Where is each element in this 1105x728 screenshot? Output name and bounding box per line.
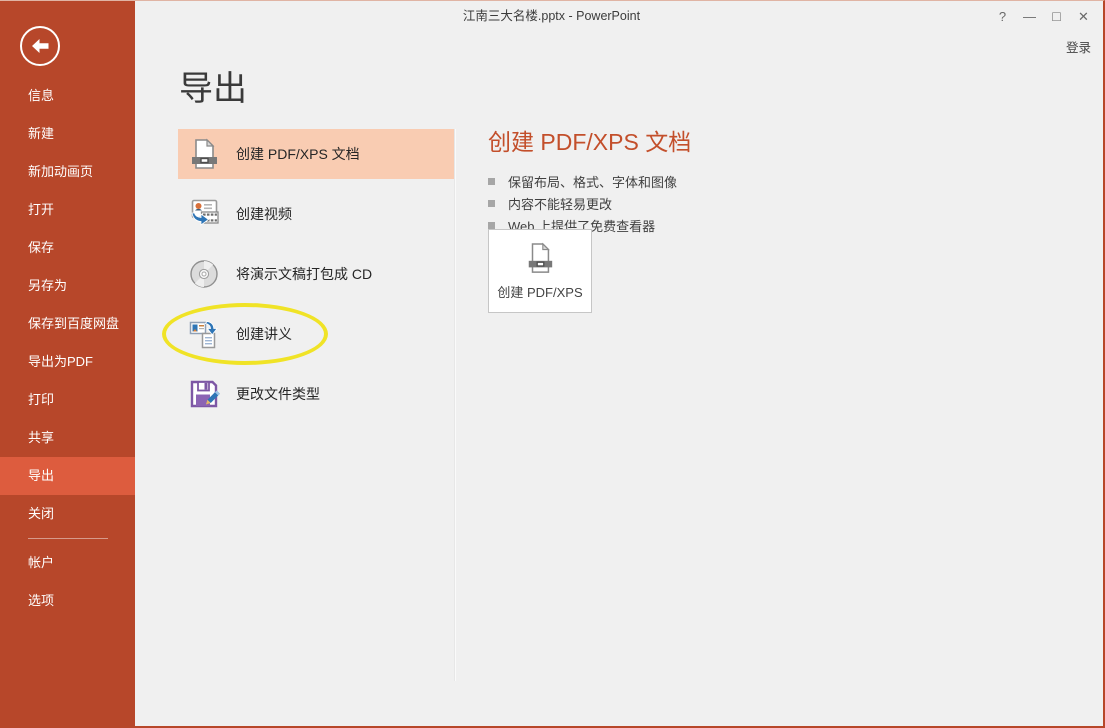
- maximize-icon[interactable]: □: [1043, 6, 1070, 27]
- export-options-list: 创建 PDF/XPS 文档 创建视频: [178, 129, 455, 429]
- close-icon[interactable]: ✕: [1070, 6, 1097, 27]
- sidebar-item-save-to-baidu-pan[interactable]: 保存到百度网盘: [0, 305, 135, 343]
- powerpoint-backstage-window: 江南三大名楼.pptx - PowerPoint ? — □ ✕ 登录 信息 新…: [0, 0, 1105, 728]
- help-icon[interactable]: ?: [989, 6, 1016, 27]
- square-bullet-icon: [488, 200, 495, 207]
- sidebar-item-share[interactable]: 共享: [0, 419, 135, 457]
- pdf-xps-document-icon: [525, 241, 555, 275]
- option-label: 更改文件类型: [236, 384, 320, 404]
- window-controls: ? — □ ✕: [989, 6, 1097, 27]
- option-create-video[interactable]: 创建视频: [178, 189, 455, 239]
- bullet-text: 保留布局、格式、字体和图像: [508, 172, 677, 191]
- sidebar-item-save-as[interactable]: 另存为: [0, 267, 135, 305]
- back-button[interactable]: [20, 26, 60, 66]
- sidebar-divider: [28, 538, 108, 539]
- option-create-handouts[interactable]: 创建讲义: [178, 309, 455, 359]
- sidebar-item-options[interactable]: 选项: [0, 582, 135, 620]
- sidebar-item-export[interactable]: 导出: [0, 457, 135, 495]
- option-package-presentation-cd[interactable]: 将演示文稿打包成 CD: [178, 249, 455, 299]
- sidebar-item-close[interactable]: 关闭: [0, 495, 135, 533]
- sidebar-item-export-as-pdf[interactable]: 导出为PDF: [0, 343, 135, 381]
- option-label: 创建讲义: [236, 324, 292, 344]
- sidebar-nav: 信息 新建 新加动画页 打开 保存 另存为 保存到百度网盘 导出为PDF 打印 …: [0, 77, 135, 620]
- sidebar-item-open[interactable]: 打开: [0, 191, 135, 229]
- option-create-pdf-xps-document[interactable]: 创建 PDF/XPS 文档: [178, 129, 455, 179]
- sidebar-item-new[interactable]: 新建: [0, 115, 135, 153]
- create-video-icon: [188, 198, 220, 230]
- option-label: 将演示文稿打包成 CD: [236, 264, 372, 284]
- create-handouts-icon: [188, 318, 220, 350]
- square-bullet-icon: [488, 222, 495, 229]
- option-change-file-type[interactable]: 更改文件类型: [178, 369, 455, 419]
- detail-bullet: 内容不能轻易更改: [488, 192, 691, 214]
- minimize-icon[interactable]: —: [1016, 6, 1043, 27]
- detail-bullet: 保留布局、格式、字体和图像: [488, 170, 691, 192]
- change-file-type-icon: [188, 378, 220, 410]
- package-cd-icon: [188, 258, 220, 290]
- bullet-text: 内容不能轻易更改: [508, 194, 612, 213]
- back-arrow-icon: [30, 38, 50, 54]
- button-label: 创建 PDF/XPS: [497, 282, 582, 301]
- window-title: 江南三大名楼.pptx - PowerPoint: [0, 1, 1103, 31]
- backstage-sidebar: 信息 新建 新加动画页 打开 保存 另存为 保存到百度网盘 导出为PDF 打印 …: [0, 1, 135, 726]
- sign-in-link[interactable]: 登录: [1066, 37, 1091, 56]
- option-label: 创建 PDF/XPS 文档: [236, 144, 360, 164]
- detail-heading: 创建 PDF/XPS 文档: [488, 123, 691, 157]
- sidebar-item-save[interactable]: 保存: [0, 229, 135, 267]
- sidebar-item-print[interactable]: 打印: [0, 381, 135, 419]
- square-bullet-icon: [488, 178, 495, 185]
- option-label: 创建视频: [236, 204, 292, 224]
- sidebar-item-info[interactable]: 信息: [0, 77, 135, 115]
- pdf-xps-document-icon: [188, 138, 220, 170]
- content-separator: [454, 129, 456, 681]
- sidebar-item-account[interactable]: 帐户: [0, 544, 135, 582]
- sidebar-item-new-animation-page[interactable]: 新加动画页: [0, 153, 135, 191]
- create-pdf-xps-button[interactable]: 创建 PDF/XPS: [488, 229, 592, 313]
- page-title: 导出: [179, 61, 247, 110]
- export-detail-panel: 创建 PDF/XPS 文档 保留布局、格式、字体和图像 内容不能轻易更改 Web…: [488, 123, 691, 236]
